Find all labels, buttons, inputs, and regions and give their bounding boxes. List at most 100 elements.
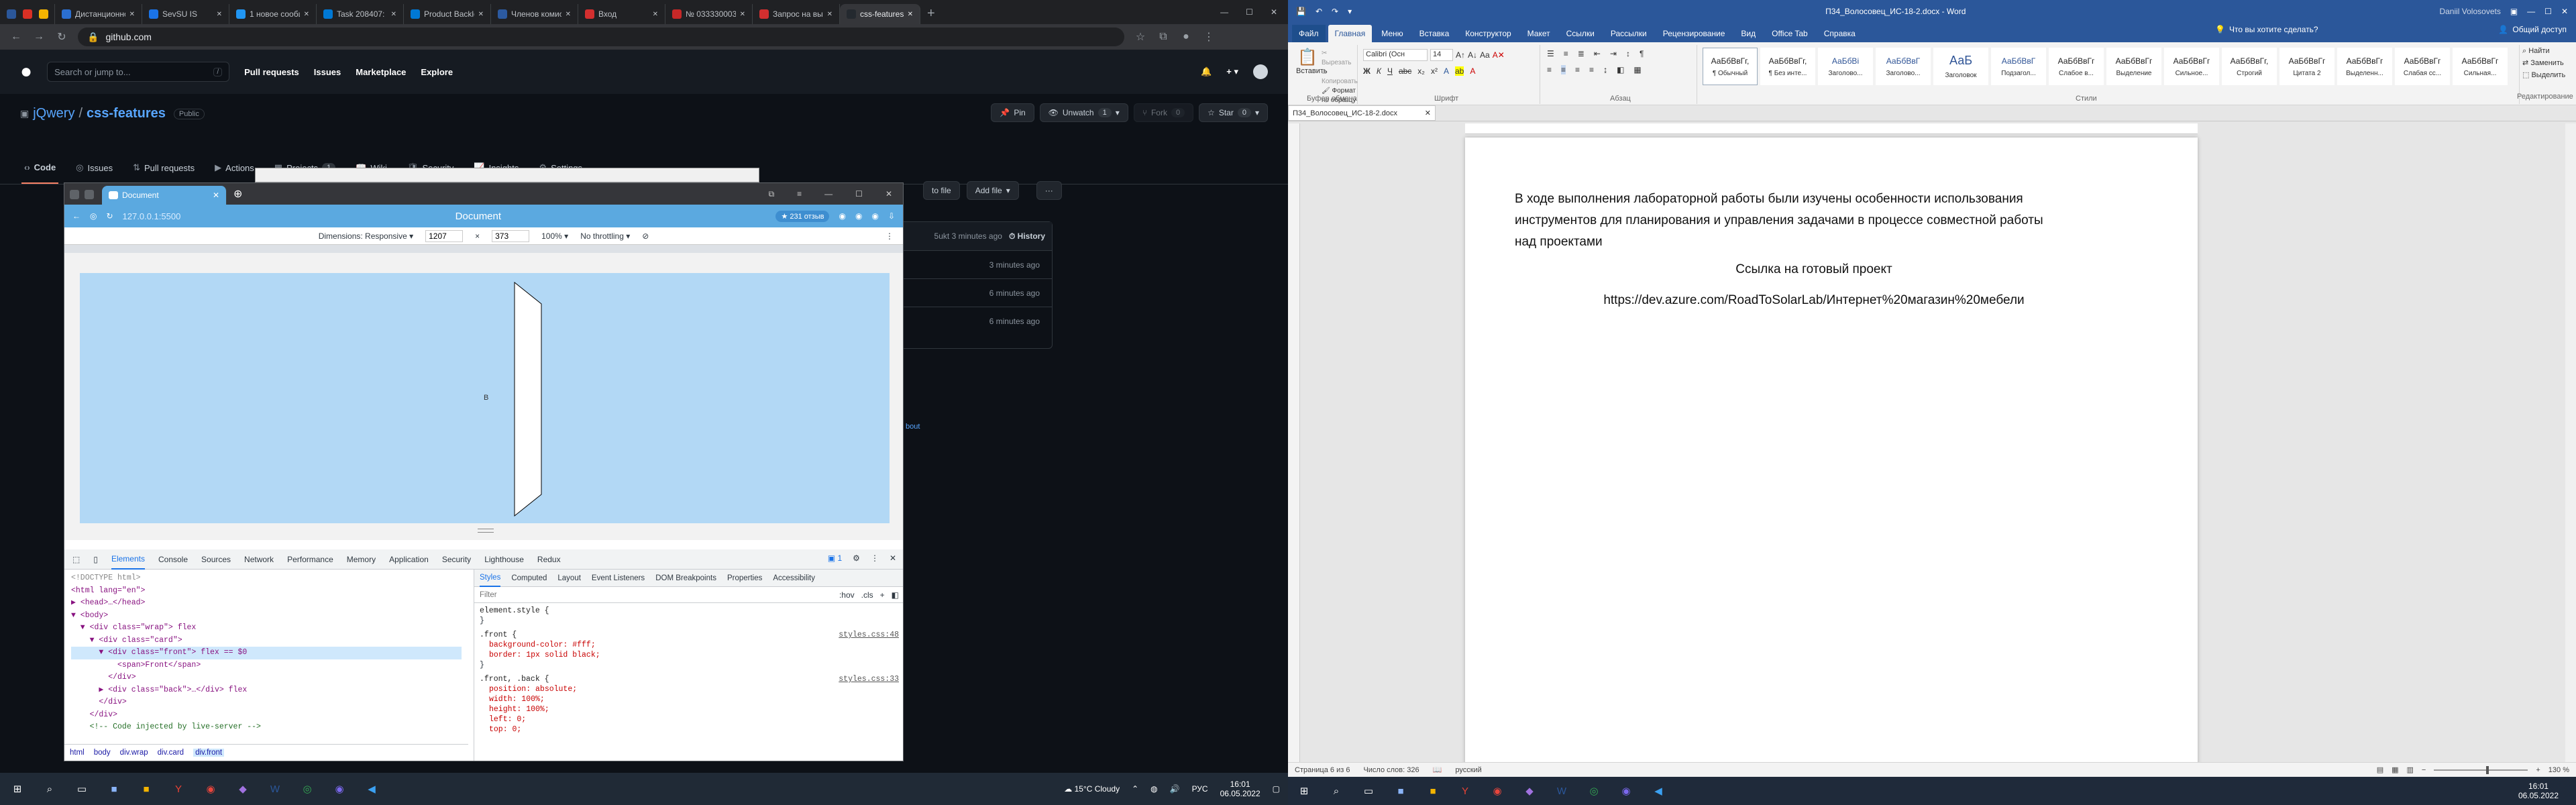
align-left-icon[interactable]: ≡: [1547, 65, 1552, 74]
font-color-icon[interactable]: A: [1470, 66, 1475, 76]
dom-node[interactable]: <html lang="en">: [71, 585, 462, 598]
word-icon[interactable]: W: [266, 780, 284, 798]
pilcrow-icon[interactable]: ¶: [1640, 49, 1644, 58]
ribbon-tab[interactable]: Рецензирование: [1656, 25, 1732, 42]
quick-access-icon[interactable]: ▾: [1348, 7, 1352, 16]
resize-handle[interactable]: [478, 529, 494, 533]
clear-formatting-icon[interactable]: A✕: [1493, 50, 1505, 60]
issues-badge[interactable]: ▣ 1: [828, 553, 842, 563]
app-icon[interactable]: ■: [105, 780, 123, 798]
browser-tab[interactable]: № 0333300031... ✕: [665, 4, 753, 24]
subscript-icon[interactable]: x₂: [1417, 66, 1425, 76]
menu-icon[interactable]: ≡: [797, 189, 802, 199]
language-status[interactable]: русский: [1455, 766, 1481, 774]
style-preset[interactable]: АаБбВвГг Выделенн...: [2337, 48, 2392, 85]
folder-icon[interactable]: ■: [1424, 782, 1442, 800]
zoom-out-icon[interactable]: −: [2422, 766, 2426, 774]
style-preset[interactable]: АаБбВвГг, ¶ Без инте...: [1760, 48, 1815, 85]
css-property[interactable]: top: 0;: [480, 724, 899, 735]
windows-start-icon[interactable]: ⊞: [1295, 782, 1313, 800]
shading-icon[interactable]: ◧: [1617, 65, 1624, 74]
styles-subtab[interactable]: Styles: [480, 570, 501, 587]
folder-icon[interactable]: ■: [137, 780, 156, 798]
styles-subtab[interactable]: DOM Breakpoints: [655, 574, 716, 582]
pinned-icon[interactable]: [39, 9, 48, 19]
app-icon[interactable]: ■: [1391, 782, 1410, 800]
pinned-icon[interactable]: [23, 9, 32, 19]
settings-icon[interactable]: ⚙: [853, 553, 860, 563]
browser-tab[interactable]: css-features ✕: [840, 4, 920, 24]
print-layout-icon[interactable]: ▦: [2392, 765, 2398, 774]
style-preset[interactable]: АаБбВвГг, ¶ Обычный: [1703, 48, 1758, 85]
ribbon-tab[interactable]: Главная: [1328, 25, 1373, 42]
zoom-level[interactable]: 130 %: [2548, 766, 2569, 774]
file-row[interactable]: 3 minutes ago: [904, 250, 1052, 278]
dom-node[interactable]: ▶ <head>…</head>: [71, 597, 462, 610]
align-right-icon[interactable]: ≡: [1575, 65, 1580, 74]
css-selector[interactable]: .front {: [480, 630, 899, 640]
align-center-icon[interactable]: ≡: [1561, 65, 1566, 74]
ribbon-tab[interactable]: Ссылки: [1560, 25, 1601, 42]
address-bar[interactable]: 127.0.0.1:5500: [123, 211, 181, 221]
maximize-icon[interactable]: ☐: [2544, 7, 2552, 16]
find-button[interactable]: ⌕ Найти: [2522, 45, 2575, 57]
breadcrumb-item[interactable]: div.wrap: [120, 749, 148, 757]
download-icon[interactable]: ⇩: [888, 211, 895, 221]
close-tab-icon[interactable]: ✕: [129, 11, 135, 18]
network-icon[interactable]: ◍: [1150, 784, 1157, 794]
grow-font-icon[interactable]: A↑: [1456, 50, 1465, 60]
minimize-icon[interactable]: —: [1220, 7, 1228, 17]
share-button[interactable]: 👤 Общий доступ: [2498, 25, 2567, 34]
chrome-icon[interactable]: ◎: [298, 780, 317, 798]
search-icon[interactable]: ⌕: [40, 780, 59, 798]
app-icon[interactable]: ◉: [330, 780, 349, 798]
css-property[interactable]: background-color: #fff;: [480, 640, 899, 650]
plus-icon[interactable]: +: [880, 590, 885, 600]
file-row[interactable]: 6 minutes ago: [904, 278, 1052, 307]
line-spacing-icon[interactable]: ↨: [1603, 65, 1607, 74]
breadcrumb-item[interactable]: html: [70, 749, 85, 757]
ribbon-tab[interactable]: Office Tab: [1765, 25, 1815, 42]
minimize-icon[interactable]: —: [824, 189, 833, 199]
dom-node[interactable]: ▼ <div class="front"> flex == $0: [71, 647, 462, 659]
ribbon-tab[interactable]: Меню: [1375, 25, 1409, 42]
devtools-tab-lighthouse[interactable]: Lighthouse: [484, 549, 524, 570]
redo-icon[interactable]: ↷: [1332, 7, 1338, 16]
close-icon[interactable]: ✕: [890, 553, 896, 563]
reviews-pill[interactable]: ★ 231 отзыв: [775, 210, 830, 222]
minimize-icon[interactable]: —: [2527, 7, 2535, 16]
repo-owner-link[interactable]: jQwery: [33, 106, 74, 121]
css-source-link[interactable]: styles.css:33: [839, 674, 899, 684]
italic-icon[interactable]: К: [1377, 66, 1381, 76]
forward-icon[interactable]: →: [32, 31, 46, 43]
extension-icon[interactable]: ◉: [855, 211, 862, 221]
width-input[interactable]: [425, 229, 464, 242]
vertical-scrollbar[interactable]: [2565, 123, 2576, 762]
new-tab-icon[interactable]: ⊕: [227, 187, 249, 205]
style-preset[interactable]: АаБбВвГ Заголово...: [1876, 48, 1931, 85]
superscript-icon[interactable]: x²: [1431, 66, 1438, 76]
close-tab-icon[interactable]: ✕: [391, 11, 396, 18]
dimensions-select[interactable]: Dimensions: Responsive ▾: [319, 231, 413, 241]
tab-actions[interactable]: ▶ Actions: [212, 152, 257, 184]
task-view-icon[interactable]: ▭: [1359, 782, 1378, 800]
reload-icon[interactable]: ↻: [106, 211, 113, 221]
more-options-icon[interactable]: ⋮: [885, 231, 894, 241]
css-property[interactable]: border: 1px solid black;: [480, 650, 899, 660]
document-tab[interactable]: П34_Волосовец_ИС-18-2.docx ✕: [1288, 105, 1436, 121]
close-tab-icon[interactable]: ✕: [478, 11, 484, 18]
dom-node[interactable]: <span>Front</span>: [71, 659, 462, 672]
body-paragraph[interactable]: В ходе выполнения лабораторной работы бы…: [1515, 189, 2058, 253]
tab-pull-requests[interactable]: ⇅ Pull requests: [130, 152, 197, 184]
go-to-file-button[interactable]: to file: [923, 181, 960, 200]
vscode-icon[interactable]: ◀: [362, 780, 381, 798]
forward-icon[interactable]: ◎: [90, 211, 97, 221]
styles-subtab[interactable]: Properties: [727, 574, 762, 582]
visual-studio-icon[interactable]: ◆: [233, 780, 252, 798]
zoom-select[interactable]: 100% ▾: [541, 231, 568, 241]
nav-pull-requests[interactable]: Pull requests: [244, 67, 299, 77]
save-icon[interactable]: 💾: [1296, 7, 1306, 16]
ribbon-options-icon[interactable]: ▣: [2510, 7, 2518, 16]
style-preset[interactable]: АаБбВвГг Слабое в...: [2049, 48, 2104, 85]
browser-tab[interactable]: Дистанционное ✕: [55, 4, 142, 24]
